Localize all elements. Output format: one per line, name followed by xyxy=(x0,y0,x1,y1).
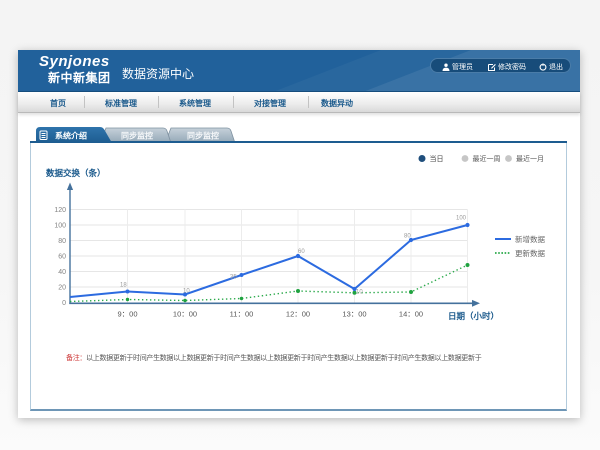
svg-text:13：00: 13：00 xyxy=(342,310,366,319)
svg-text:35: 35 xyxy=(230,275,237,281)
svg-text:新增数据: 新增数据 xyxy=(515,234,545,244)
svg-text:10: 10 xyxy=(183,289,190,295)
svg-text:日期（小时）: 日期（小时） xyxy=(448,311,499,321)
svg-text:同步监控: 同步监控 xyxy=(187,131,219,141)
svg-text:100: 100 xyxy=(54,223,66,230)
svg-text:数据交换（条）: 数据交换（条） xyxy=(46,168,106,178)
svg-text:20: 20 xyxy=(58,285,66,292)
svg-text:60: 60 xyxy=(58,254,66,261)
svg-text:120: 120 xyxy=(54,207,66,214)
svg-text:10: 10 xyxy=(356,290,363,296)
svg-text:9：00: 9：00 xyxy=(117,310,137,319)
svg-text:14：00: 14：00 xyxy=(399,310,423,319)
svg-text:100: 100 xyxy=(456,216,467,222)
svg-text:10：00: 10：00 xyxy=(173,310,197,319)
svg-text:当日: 当日 xyxy=(430,154,444,163)
svg-text:40: 40 xyxy=(58,269,66,276)
svg-text:同步监控: 同步监控 xyxy=(121,131,153,141)
svg-text:最近一周: 最近一周 xyxy=(473,154,501,163)
svg-text:18: 18 xyxy=(120,283,127,289)
svg-text:0: 0 xyxy=(62,300,66,307)
svg-text:最近一月: 最近一月 xyxy=(516,154,544,163)
svg-text:更新数据: 更新数据 xyxy=(515,248,545,258)
svg-text:系统介绍: 系统介绍 xyxy=(55,131,87,141)
svg-text:60: 60 xyxy=(298,249,305,255)
svg-text:12：00: 12：00 xyxy=(286,310,310,319)
svg-text:80: 80 xyxy=(58,238,66,245)
svg-text:80: 80 xyxy=(404,234,411,240)
svg-text:11：00: 11：00 xyxy=(230,310,254,319)
